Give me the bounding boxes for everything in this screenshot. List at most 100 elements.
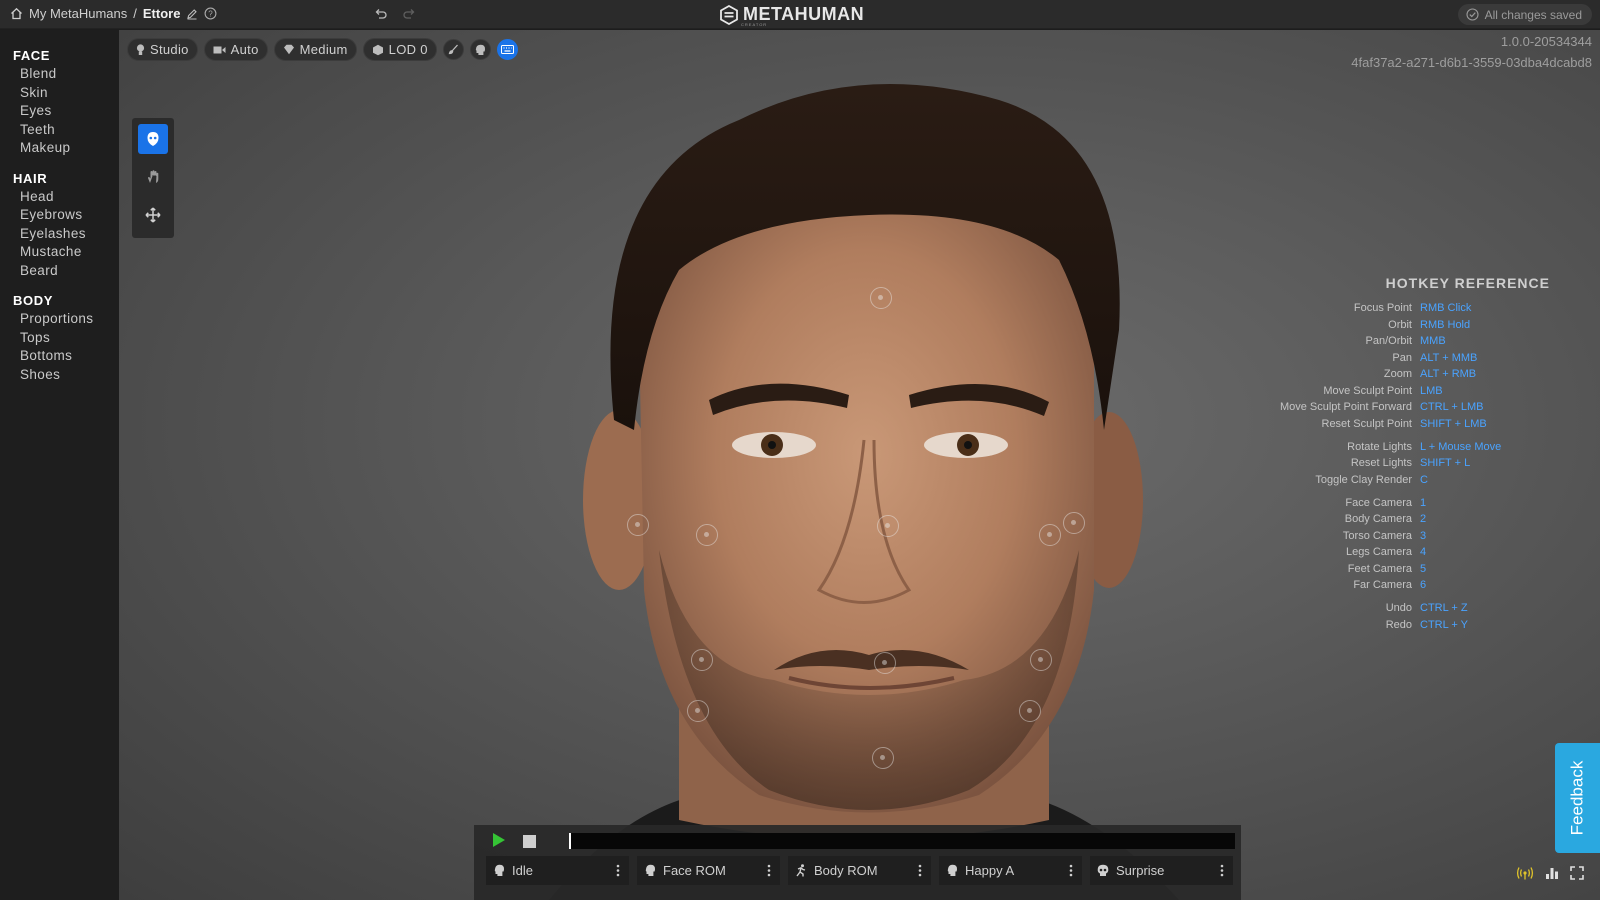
sidebar-item-tops[interactable]: Tops <box>0 329 119 348</box>
sidebar-item-eyelashes[interactable]: Eyelashes <box>0 225 119 244</box>
sidebar-item-shoes[interactable]: Shoes <box>0 366 119 385</box>
more-options-icon[interactable] <box>909 864 931 877</box>
sculpt-point[interactable] <box>627 514 649 536</box>
sculpt-point[interactable] <box>1030 649 1052 671</box>
sculpt-point[interactable] <box>1019 700 1041 722</box>
stats-bar-chart-icon[interactable] <box>1545 866 1559 885</box>
running-figure-icon <box>788 864 814 877</box>
sidebar-item-blend[interactable]: Blend <box>0 65 119 84</box>
sculpt-face-icon <box>147 132 159 146</box>
hotkey-action: Move Sculpt Point <box>1323 384 1412 397</box>
sidebar-item-makeup[interactable]: Makeup <box>0 139 119 158</box>
more-options-icon[interactable] <box>758 864 780 877</box>
hotkey-key: SHIFT + L <box>1420 457 1471 469</box>
hotkey-row: Move Sculpt Point LMB <box>1250 383 1590 400</box>
feedback-label: Feedback <box>1567 760 1587 836</box>
home-icon[interactable] <box>10 7 23 20</box>
metahuman-id: 4faf37a2-a271-d6b1-3559-03dba4dcabd8 <box>1351 55 1592 70</box>
clip-body-rom[interactable]: Body ROM <box>788 856 931 885</box>
more-options-icon[interactable] <box>1211 864 1233 877</box>
sculpt-point[interactable] <box>1039 524 1061 546</box>
lod-dropdown[interactable]: LOD 0 <box>362 38 437 61</box>
sidebar-item-eyes[interactable]: Eyes <box>0 102 119 121</box>
hotkey-action: Redo <box>1385 618 1412 631</box>
hotkey-action: Move Sculpt Point Forward <box>1279 401 1412 413</box>
clay-render-toggle-button[interactable] <box>469 39 491 60</box>
clip-face-rom[interactable]: Face ROM <box>637 856 780 885</box>
clip-label: Idle <box>512 863 533 878</box>
sculpt-point[interactable] <box>696 524 718 546</box>
light-bulb-icon <box>136 43 145 55</box>
sidebar-item-beard[interactable]: Beard <box>0 262 119 281</box>
fullscreen-icon[interactable] <box>1570 866 1584 885</box>
undo-icon[interactable] <box>374 7 388 26</box>
sculpt-point[interactable] <box>874 652 896 674</box>
sculpt-point[interactable] <box>872 747 894 769</box>
breadcrumb-root-link[interactable]: My MetaHumans <box>29 6 127 21</box>
sculpt-point[interactable] <box>1063 512 1085 534</box>
camera-dropdown[interactable]: Auto <box>203 38 268 61</box>
sidebar-item-eyebrows[interactable]: Eyebrows <box>0 206 119 225</box>
brush-icon <box>448 44 458 55</box>
hotkey-key: C <box>1420 473 1428 486</box>
hotkey-key: MMB <box>1420 335 1446 347</box>
move-tool-button[interactable] <box>138 162 168 192</box>
sidebar-item-head[interactable]: Head <box>0 188 119 207</box>
sculpt-point[interactable] <box>687 700 709 722</box>
quality-dropdown[interactable]: Medium <box>273 38 357 61</box>
animation-timeline[interactable] <box>569 833 1235 849</box>
face-icon <box>486 864 512 877</box>
save-status-badge: All changes saved <box>1457 4 1592 25</box>
clip-surprise[interactable]: Surprise <box>1090 856 1233 885</box>
hotkey-key: 4 <box>1420 546 1427 558</box>
edit-icon[interactable] <box>186 8 198 20</box>
feedback-button[interactable]: Feedback <box>1555 743 1600 853</box>
lighting-dropdown[interactable]: Studio <box>127 38 198 61</box>
sidebar-item-teeth[interactable]: Teeth <box>0 121 119 140</box>
brush-toggle-button[interactable] <box>442 39 464 60</box>
hotkey-key: 5 <box>1420 562 1427 575</box>
hotkey-key: L + Mouse Move <box>1420 440 1502 453</box>
sidebar-item-skin[interactable]: Skin <box>0 84 119 103</box>
clip-idle[interactable]: Idle <box>486 856 629 885</box>
signal-icon[interactable] <box>1516 866 1534 885</box>
keyboard-icon <box>500 45 514 54</box>
hotkey-list: Focus Point RMB Click Orbit RMB Hold Pan/Orb… <box>1250 300 1590 633</box>
sidebar-item-proportions[interactable]: Proportions <box>0 310 119 329</box>
hotkey-action: Rotate Lights <box>1347 440 1412 453</box>
hotkey-row: Focus Point RMB Click <box>1250 300 1590 317</box>
sidebar-item-bottoms[interactable]: Bottoms <box>0 347 119 366</box>
sidebar-item-mustache[interactable]: Mustache <box>0 243 119 262</box>
play-icon <box>493 833 505 847</box>
help-icon[interactable]: ? <box>204 7 217 20</box>
stop-button[interactable] <box>523 835 536 848</box>
hotkey-row: Pan ALT + MMB <box>1250 350 1590 367</box>
hotkey-row: Feet Camera 5 <box>1250 561 1590 578</box>
3d-viewport[interactable]: Studio Auto Medium LOD 0 1.0.0-20534344 … <box>119 30 1600 900</box>
check-circle-icon <box>1466 8 1479 21</box>
quality-label: Medium <box>299 42 348 57</box>
hotkey-row: Far Camera 6 <box>1250 577 1590 594</box>
hotkey-reference-panel: HOTKEY REFERENCE Focus Point RMB Click Orb… <box>1250 275 1590 633</box>
sculpt-tool-button[interactable] <box>138 124 168 154</box>
logo-subtext: CREATOR <box>741 22 768 27</box>
hotkeys-toggle-button[interactable] <box>496 39 518 60</box>
pan-arrows-icon <box>145 207 161 223</box>
sculpt-point[interactable] <box>877 515 899 537</box>
clip-happy-a[interactable]: Happy A <box>939 856 1082 885</box>
sculpt-point[interactable] <box>870 287 892 309</box>
more-options-icon[interactable] <box>1060 864 1082 877</box>
viewport-toolbar: Studio Auto Medium LOD 0 <box>127 38 518 61</box>
hotkey-key: ALT + RMB <box>1420 368 1477 380</box>
metahuman-logo-icon <box>720 4 738 25</box>
more-options-icon[interactable] <box>607 864 629 877</box>
pan-tool-button[interactable] <box>138 200 168 230</box>
hotkey-action: Body Camera <box>1344 513 1412 525</box>
status-icons <box>1516 866 1584 885</box>
hotkey-action: Pan <box>1392 351 1412 364</box>
face-icon <box>637 864 663 877</box>
redo-icon[interactable] <box>402 7 416 26</box>
sculpt-point[interactable] <box>691 649 713 671</box>
play-button[interactable] <box>492 832 506 853</box>
timeline-playhead[interactable] <box>569 833 571 849</box>
